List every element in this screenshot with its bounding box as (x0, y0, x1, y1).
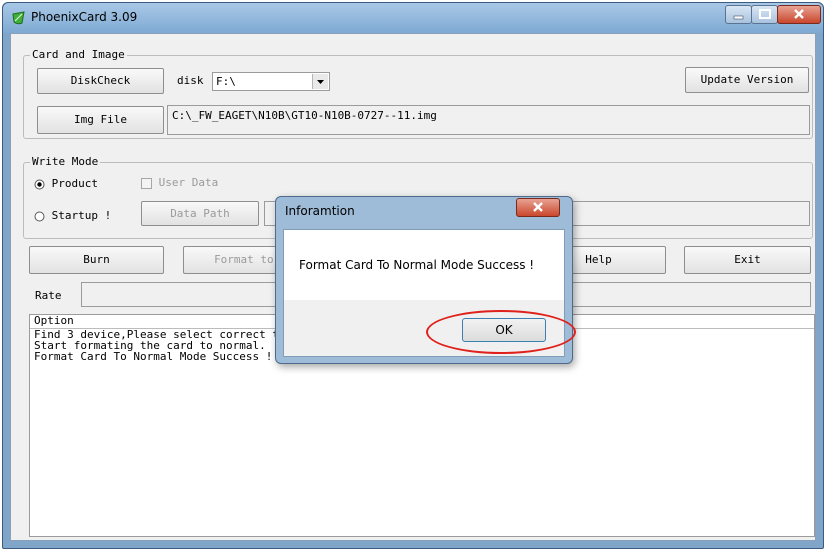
close-icon (794, 9, 804, 19)
write-mode-group-label: Write Mode (30, 155, 101, 168)
radio-selected-icon (34, 179, 45, 189)
ok-button[interactable]: OK (462, 318, 546, 342)
burn-button[interactable]: Burn (29, 246, 164, 274)
startup-radio-label: Startup ! (51, 209, 112, 222)
img-file-button[interactable]: Img File (37, 106, 164, 134)
minimize-button[interactable] (725, 5, 752, 24)
img-file-label: Img File (74, 113, 127, 126)
maximize-button[interactable] (751, 5, 778, 24)
exit-label: Exit (734, 253, 761, 266)
card-image-group-label: Card and Image (30, 48, 127, 61)
user-data-checkbox[interactable]: User Data (141, 176, 218, 189)
phoenix-leaf-icon (12, 11, 25, 25)
checkbox-icon (141, 177, 152, 189)
rate-label: Rate (35, 289, 62, 302)
close-button[interactable] (777, 5, 821, 24)
user-data-label: User Data (158, 176, 219, 189)
img-path-field[interactable]: C:\_FW_EAGET\N10B\GT10-N10B-0727--11.img (167, 105, 810, 135)
product-radio-label: Product (51, 177, 98, 190)
update-version-label: Update Version (700, 73, 794, 86)
ok-label: OK (495, 323, 513, 337)
diskcheck-button[interactable]: DiskCheck (37, 68, 164, 94)
dialog-close-button[interactable] (516, 198, 560, 217)
disk-label: disk (177, 74, 204, 87)
chevron-down-icon[interactable] (312, 74, 328, 89)
maximize-icon (759, 9, 771, 19)
product-radio[interactable]: Product (34, 177, 98, 190)
title-bar[interactable]: PhoenixCard 3.09 (3, 3, 823, 33)
minimize-icon (733, 15, 744, 20)
dialog-title: Inforamtion (285, 204, 355, 218)
dialog-message: Format Card To Normal Mode Success ! (299, 258, 535, 272)
disk-select-value: F:\ (216, 75, 236, 88)
diskcheck-label: DiskCheck (70, 74, 131, 87)
close-icon (533, 202, 543, 212)
data-path-button[interactable]: Data Path (141, 201, 259, 226)
exit-button[interactable]: Exit (684, 246, 811, 274)
disk-select[interactable]: F:\ (212, 72, 330, 91)
startup-radio[interactable]: Startup ! (34, 209, 111, 222)
radio-unselected-icon (34, 211, 45, 221)
burn-label: Burn (83, 253, 110, 266)
img-path-value: C:\_FW_EAGET\N10B\GT10-N10B-0727--11.img (172, 109, 437, 122)
data-path-label: Data Path (170, 207, 230, 220)
window-title: PhoenixCard 3.09 (31, 10, 138, 24)
update-version-button[interactable]: Update Version (685, 67, 809, 93)
option-header-label: Option (34, 314, 74, 327)
